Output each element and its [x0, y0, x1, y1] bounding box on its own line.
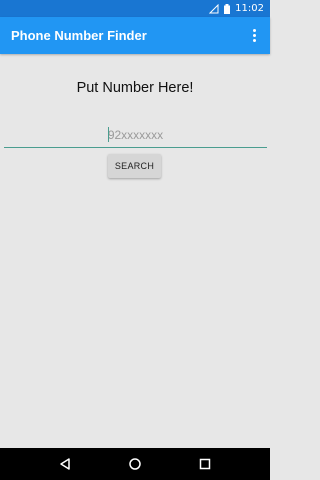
- back-icon[interactable]: [58, 457, 72, 471]
- app-title: Phone Number Finder: [11, 28, 147, 43]
- recents-icon[interactable]: [198, 457, 212, 471]
- signal-icon: [209, 3, 219, 14]
- text-cursor: [108, 127, 109, 142]
- status-bar: 11:02: [0, 0, 270, 17]
- prompt-text: Put Number Here!: [76, 80, 194, 96]
- overflow-menu-icon[interactable]: [246, 26, 262, 46]
- battery-icon: [224, 3, 231, 14]
- status-time: 11:02: [235, 3, 264, 14]
- phone-number-input[interactable]: [4, 122, 267, 148]
- home-icon[interactable]: [128, 457, 142, 471]
- main-content: Put Number Here! SEARCH: [0, 54, 270, 448]
- search-button[interactable]: SEARCH: [108, 154, 161, 178]
- navigation-bar: [0, 448, 270, 480]
- app-bar: Phone Number Finder: [0, 17, 270, 54]
